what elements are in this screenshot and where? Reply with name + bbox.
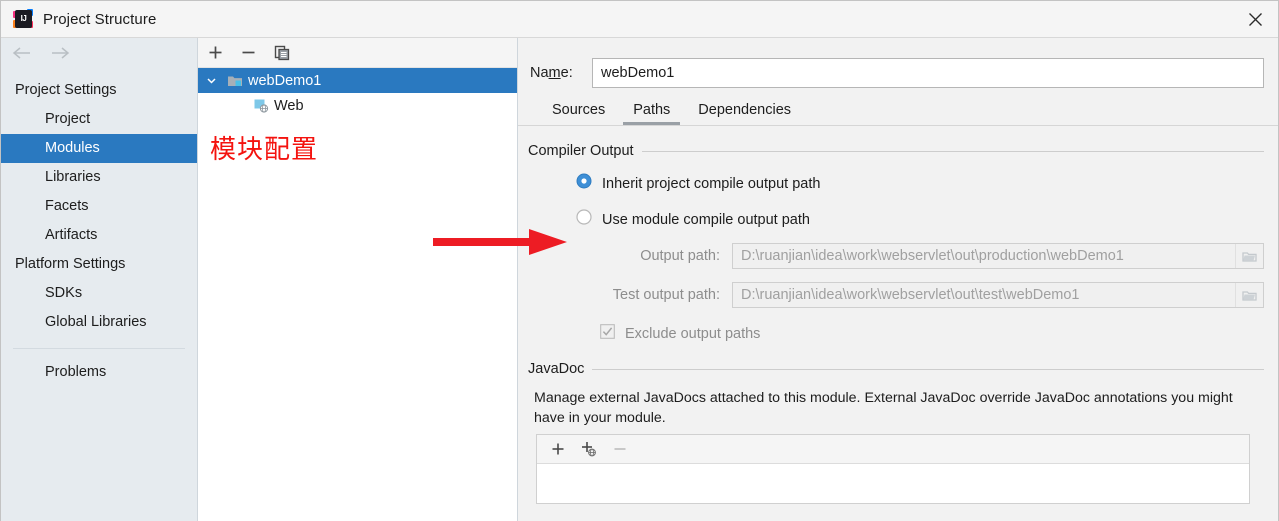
sidebar-item-artifacts[interactable]: Artifacts xyxy=(1,221,197,250)
modules-tree-toolbar xyxy=(198,38,517,68)
tab-dependencies[interactable]: Dependencies xyxy=(684,97,805,125)
sidebar-item-libraries[interactable]: Libraries xyxy=(1,163,197,192)
radio-label: Inherit project compile output path xyxy=(602,175,821,192)
sidebar-item-modules[interactable]: Modules xyxy=(1,134,197,163)
sidebar-divider xyxy=(13,348,185,349)
javadoc-section: JavaDoc Manage external JavaDocs attache… xyxy=(518,361,1278,504)
tree-node-webdemo1[interactable]: webDemo1 xyxy=(198,68,517,93)
dialog-body: Project Settings Project Modules Librari… xyxy=(1,38,1278,521)
intellij-idea-logo-icon: IJ xyxy=(13,9,33,29)
test-output-path-label: Test output path: xyxy=(612,287,720,303)
module-name-row: Name: xyxy=(518,38,1278,90)
plus-icon[interactable] xyxy=(551,442,565,456)
compiler-output-header: Compiler Output xyxy=(528,143,1264,159)
sidebar-list: Project Settings Project Modules Librari… xyxy=(1,72,197,387)
radio-selected-icon xyxy=(576,173,592,194)
tab-paths[interactable]: Paths xyxy=(619,97,684,125)
javadoc-list-container xyxy=(536,434,1250,504)
annotation-module-config: 模块配置 xyxy=(210,135,319,165)
output-path-field[interactable]: D:\ruanjian\idea\work\webservlet\out\pro… xyxy=(732,243,1264,269)
close-icon[interactable] xyxy=(1232,1,1278,37)
title-bar: IJ Project Structure xyxy=(1,1,1278,38)
folder-icon[interactable] xyxy=(1235,244,1263,268)
arrow-right-icon[interactable] xyxy=(49,46,71,65)
tree-node-web[interactable]: Web xyxy=(198,93,517,118)
output-path-row: Output path: D:\ruanjian\idea\work\webse… xyxy=(528,243,1264,269)
plus-globe-icon[interactable] xyxy=(581,441,597,457)
javadoc-description: Manage external JavaDocs attached to thi… xyxy=(534,390,1233,426)
module-detail-panel: Name: Sources Paths Dependencies Compile… xyxy=(518,38,1278,521)
section-title: JavaDoc xyxy=(528,361,585,377)
modules-tree: webDemo1 Web xyxy=(198,68,517,118)
detail-tabs: Sources Paths Dependencies xyxy=(518,90,1278,126)
exclude-output-paths-checkbox[interactable]: Exclude output paths xyxy=(528,324,1264,344)
tab-sources[interactable]: Sources xyxy=(538,97,619,125)
sidebar-item-sdks[interactable]: SDKs xyxy=(1,279,197,308)
module-name-label: Name: xyxy=(530,65,573,81)
window-title: Project Structure xyxy=(43,10,157,28)
minus-icon[interactable] xyxy=(241,45,256,60)
compiler-output-section: Compiler Output Inherit project compile … xyxy=(518,143,1278,344)
modules-tree-panel: webDemo1 Web 模块配置 xyxy=(198,38,518,521)
output-path-value: D:\ruanjian\idea\work\webservlet\out\pro… xyxy=(741,248,1124,264)
radio-label: Use module compile output path xyxy=(602,211,810,228)
sidebar-group-platform-settings: Platform Settings xyxy=(15,256,126,272)
sidebar-item-project[interactable]: Project xyxy=(1,105,197,134)
web-facet-icon xyxy=(250,98,272,113)
test-output-path-row: Test output path: D:\ruanjian\idea\work\… xyxy=(528,282,1264,308)
use-module-compile-output-path-radio[interactable]: Use module compile output path xyxy=(528,209,1264,230)
minus-icon[interactable] xyxy=(613,442,627,456)
test-output-path-field[interactable]: D:\ruanjian\idea\work\webservlet\out\tes… xyxy=(732,282,1264,308)
inherit-project-compile-output-path-radio[interactable]: Inherit project compile output path xyxy=(528,173,1264,194)
folder-icon[interactable] xyxy=(1235,283,1263,307)
test-output-path-value: D:\ruanjian\idea\work\webservlet\out\tes… xyxy=(741,287,1080,303)
sidebar-group-project-settings: Project Settings xyxy=(15,82,117,98)
project-structure-dialog: IJ Project Structure Project Settings Pr… xyxy=(0,0,1279,521)
copy-icon[interactable] xyxy=(274,45,290,61)
tree-node-label: Web xyxy=(274,97,304,114)
arrow-left-icon[interactable] xyxy=(11,46,33,65)
radio-unselected-icon xyxy=(576,209,592,230)
output-path-label: Output path: xyxy=(640,248,720,264)
module-folder-icon xyxy=(224,74,246,88)
tree-node-label: webDemo1 xyxy=(248,72,322,89)
javadoc-toolbar xyxy=(537,435,1249,464)
sidebar-nav-arrows xyxy=(1,38,197,72)
sidebar-item-problems[interactable]: Problems xyxy=(1,358,197,387)
module-name-input[interactable] xyxy=(592,58,1264,88)
plus-icon[interactable] xyxy=(208,45,223,60)
checkbox-checked-icon xyxy=(600,324,615,344)
chevron-down-icon[interactable] xyxy=(198,75,224,86)
section-divider xyxy=(592,368,1264,370)
javadoc-header: JavaDoc xyxy=(528,361,1264,377)
sidebar-item-facets[interactable]: Facets xyxy=(1,192,197,221)
checkbox-label: Exclude output paths xyxy=(625,326,761,342)
sidebar-item-global-libraries[interactable]: Global Libraries xyxy=(1,308,197,337)
settings-sidebar: Project Settings Project Modules Librari… xyxy=(1,38,198,521)
section-divider xyxy=(641,150,1264,152)
section-title: Compiler Output xyxy=(528,143,634,159)
